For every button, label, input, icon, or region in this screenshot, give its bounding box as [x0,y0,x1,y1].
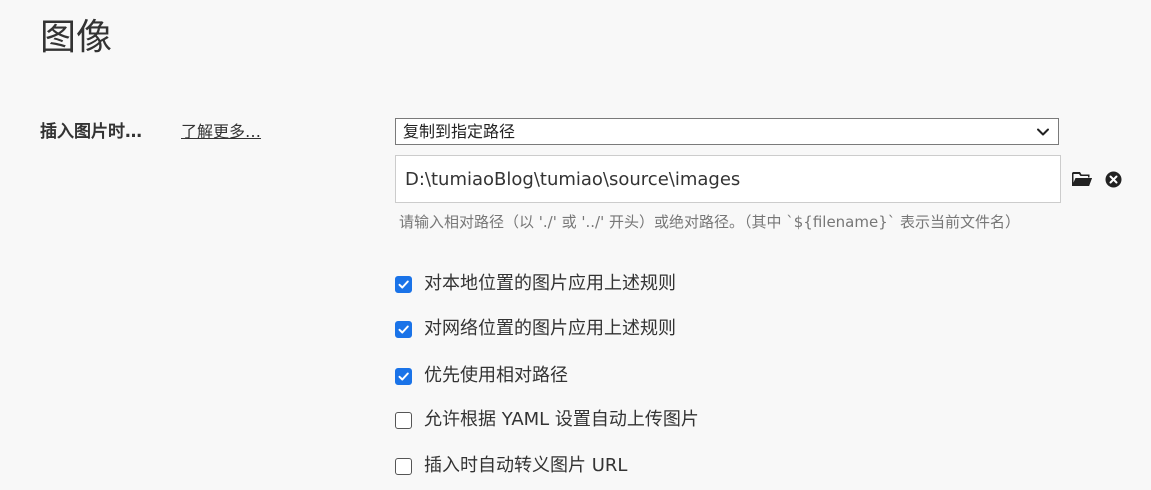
option-yaml-upload[interactable]: 允许根据 YAML 设置自动上传图片 [395,408,699,432]
checkbox-prefer-relative[interactable] [395,367,412,385]
checkbox-escape-url[interactable] [395,457,412,475]
checkmark-icon [398,372,409,380]
option-local-images[interactable]: 对本地位置的图片应用上述规则 [395,272,676,296]
option-network-images[interactable]: 对网络位置的图片应用上述规则 [395,317,676,341]
insert-image-label: 插入图片时… [40,122,142,142]
clear-circle-icon[interactable] [1105,171,1122,188]
option-label: 优先使用相对路径 [424,365,568,386]
select-value: 复制到指定路径 [403,122,516,141]
option-label: 插入时自动转义图片 URL [424,455,628,476]
learn-more-link[interactable]: 了解更多… [181,121,261,143]
folder-icon[interactable] [1071,170,1093,188]
option-label: 允许根据 YAML 设置自动上传图片 [424,409,699,430]
page-title: 图像 [40,17,113,58]
option-prefer-relative[interactable]: 优先使用相对路径 [395,364,568,388]
insert-action-select[interactable]: 复制到指定路径 [395,118,1059,145]
checkbox-network-images[interactable] [395,320,412,338]
image-path-input[interactable] [395,155,1061,203]
chevron-down-icon [1037,128,1049,136]
option-label: 对本地位置的图片应用上述规则 [424,273,676,294]
checkbox-local-images[interactable] [395,275,412,293]
path-hint: 请输入相对路径（以 './' 或 '../' 开头）或绝对路径。（其中 `${f… [399,213,1021,231]
checkmark-icon [398,280,409,288]
checkbox-yaml-upload[interactable] [395,411,412,429]
option-escape-url[interactable]: 插入时自动转义图片 URL [395,454,627,478]
option-label: 对网络位置的图片应用上述规则 [424,318,676,339]
checkmark-icon [398,325,409,333]
